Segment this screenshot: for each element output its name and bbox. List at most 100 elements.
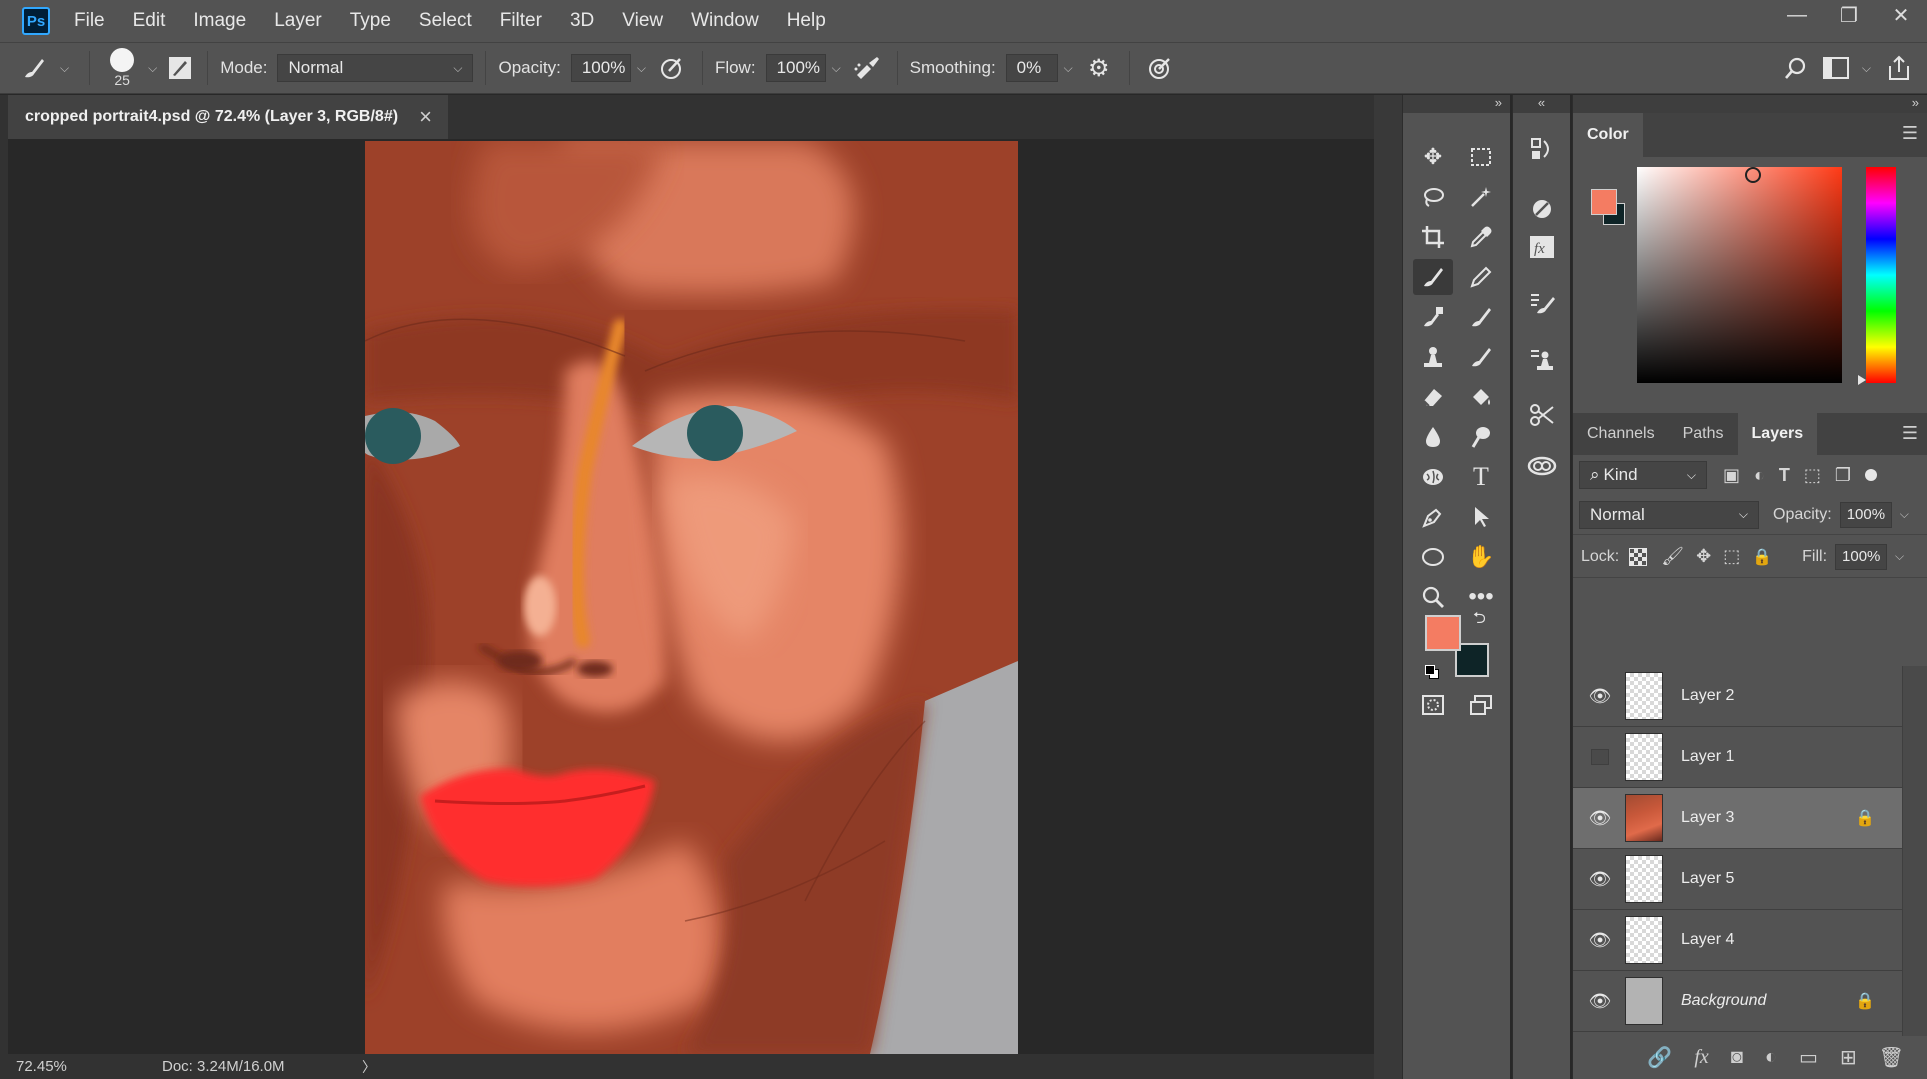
- menu-view[interactable]: View: [622, 10, 663, 32]
- new-layer-icon[interactable]: ⊞: [1840, 1045, 1857, 1070]
- layer-row-layer-1[interactable]: Layer 1: [1573, 727, 1903, 788]
- creative-cloud-icon[interactable]: [1522, 447, 1562, 483]
- zoom-tool-icon[interactable]: [1413, 579, 1453, 615]
- menu-3d[interactable]: 3D: [570, 10, 594, 32]
- color-field[interactable]: [1637, 167, 1842, 383]
- tab-paths[interactable]: Paths: [1669, 413, 1738, 455]
- pencil-tool-icon[interactable]: [1461, 259, 1501, 295]
- panel-menu-icon[interactable]: ☰: [1902, 123, 1918, 144]
- hue-slider-handle[interactable]: [1858, 375, 1866, 385]
- pressure-size-icon[interactable]: [1142, 50, 1178, 86]
- close-button[interactable]: ✕: [1875, 0, 1927, 30]
- layer-style-fx-icon[interactable]: fx: [1694, 1046, 1708, 1069]
- tab-channels[interactable]: Channels: [1573, 413, 1669, 455]
- move-tool-icon[interactable]: ✥: [1413, 139, 1453, 175]
- zoom-level[interactable]: 72.45%: [16, 1058, 146, 1075]
- filter-toggle-icon[interactable]: [1865, 469, 1878, 481]
- visibility-eye-icon[interactable]: 👁: [1585, 991, 1615, 1012]
- chevron-down-icon[interactable]: ⌵: [148, 61, 157, 76]
- lock-artboard-icon[interactable]: ⬚: [1723, 546, 1740, 567]
- magic-wand-icon[interactable]: [1461, 179, 1501, 215]
- new-group-folder-icon[interactable]: ▭: [1799, 1045, 1818, 1070]
- photoshop-logo[interactable]: Ps: [22, 7, 50, 35]
- document-tab[interactable]: cropped portrait4.psd @ 72.4% (Layer 3, …: [8, 95, 448, 139]
- airbrush-icon[interactable]: [849, 50, 885, 86]
- lasso-tool-icon[interactable]: [1413, 179, 1453, 215]
- filter-kind-dropdown[interactable]: ⌕ Kind ⌵: [1579, 461, 1707, 489]
- menu-file[interactable]: File: [74, 10, 105, 32]
- portrait-painting[interactable]: [365, 141, 1018, 1054]
- search-icon[interactable]: [1776, 50, 1816, 86]
- menu-image[interactable]: Image: [193, 10, 246, 32]
- eraser-tool-icon[interactable]: [1413, 379, 1453, 415]
- lock-transparent-icon[interactable]: [1629, 547, 1648, 566]
- tab-color[interactable]: Color: [1573, 113, 1643, 157]
- flow-field[interactable]: 100%: [765, 54, 826, 82]
- clone-stamp-icon[interactable]: [1413, 339, 1453, 375]
- smoothing-field[interactable]: 0%: [1005, 54, 1058, 82]
- tab-layers[interactable]: Layers: [1737, 413, 1818, 455]
- opacity-field[interactable]: 100%: [570, 54, 631, 82]
- canvas-area[interactable]: [8, 139, 1374, 1054]
- fill-field[interactable]: 100%: [1835, 543, 1888, 570]
- eyedropper-icon[interactable]: [1461, 219, 1501, 255]
- layer-row-layer-3[interactable]: 👁 Layer 3 🔒: [1573, 788, 1903, 849]
- history-brush-icon[interactable]: [1461, 339, 1501, 375]
- lock-pixels-icon[interactable]: 🖌: [1661, 546, 1684, 567]
- trash-icon[interactable]: 🗑: [1879, 1045, 1904, 1070]
- minimize-button[interactable]: —: [1771, 0, 1823, 30]
- styles-panel-icon[interactable]: fx: [1522, 229, 1562, 265]
- clone-source-panel-icon[interactable]: [1522, 341, 1562, 377]
- fg-color-chip[interactable]: [1591, 189, 1617, 215]
- adjustments-panel-icon[interactable]: [1522, 191, 1562, 227]
- brush-settings-toggle-icon[interactable]: [165, 53, 195, 83]
- brush-size-picker[interactable]: 25: [102, 46, 142, 90]
- screen-mode-icon[interactable]: [1461, 687, 1501, 723]
- layer-opacity-field[interactable]: 100%: [1839, 501, 1892, 528]
- layer-row-layer-4[interactable]: 👁 Layer 4: [1573, 910, 1903, 971]
- dodge-tool-icon[interactable]: [1461, 419, 1501, 455]
- lock-icon[interactable]: 🔒: [1855, 991, 1875, 1011]
- panel-menu-icon[interactable]: ☰: [1902, 423, 1918, 444]
- brain-plugin-icon[interactable]: [1413, 459, 1453, 495]
- swap-colors-icon[interactable]: ⮌: [1473, 607, 1486, 634]
- menu-edit[interactable]: Edit: [133, 10, 166, 32]
- type-tool-icon[interactable]: T: [1461, 459, 1501, 495]
- chevron-down-icon[interactable]: ⌵: [1862, 61, 1871, 76]
- type-filter-icon[interactable]: T: [1779, 465, 1790, 486]
- blend-mode-dropdown[interactable]: Normal ⌵: [1579, 500, 1759, 529]
- expand-panels-button[interactable]: «: [1513, 95, 1570, 113]
- quick-mask-icon[interactable]: [1413, 687, 1453, 723]
- marquee-tool-icon[interactable]: [1461, 139, 1501, 175]
- visibility-eye-icon[interactable]: 👁: [1585, 686, 1615, 707]
- lock-position-icon[interactable]: ✥: [1696, 546, 1711, 567]
- collapse-tools-button[interactable]: »: [1403, 95, 1510, 113]
- layer-row-layer-2[interactable]: 👁 Layer 2: [1573, 666, 1903, 727]
- healing-brush-icon[interactable]: [1413, 299, 1453, 335]
- tool-presets-icon[interactable]: [1522, 397, 1562, 433]
- chevron-down-icon[interactable]: ⌵: [60, 61, 69, 76]
- color-picker-cursor[interactable]: [1745, 167, 1761, 183]
- menu-type[interactable]: Type: [350, 10, 391, 32]
- adjustment-filter-icon[interactable]: ◐: [1754, 465, 1765, 486]
- menu-window[interactable]: Window: [691, 10, 759, 32]
- paint-bucket-icon[interactable]: [1461, 379, 1501, 415]
- pen-tool-icon[interactable]: [1413, 499, 1453, 535]
- smart-object-filter-icon[interactable]: ❐: [1835, 465, 1851, 486]
- mode-dropdown[interactable]: Normal ⌵: [277, 54, 474, 82]
- shape-filter-icon[interactable]: ⬚: [1804, 465, 1821, 486]
- history-panel-icon[interactable]: [1522, 131, 1562, 167]
- brush-tool-icon[interactable]: [1413, 259, 1453, 295]
- share-icon[interactable]: [1879, 50, 1919, 86]
- adjustment-layer-icon[interactable]: ◐: [1765, 1046, 1777, 1069]
- add-mask-icon[interactable]: ◙: [1731, 1046, 1743, 1069]
- pixel-filter-icon[interactable]: ▣: [1723, 465, 1740, 486]
- chevron-down-icon[interactable]: ⌵: [1064, 61, 1073, 76]
- restore-button[interactable]: ❐: [1823, 0, 1875, 30]
- default-colors-icon[interactable]: [1425, 665, 1439, 679]
- collapse-right-panels-button[interactable]: »: [1573, 95, 1927, 113]
- chevron-down-icon[interactable]: ⌵: [637, 61, 646, 76]
- lock-all-icon[interactable]: 🔒: [1752, 547, 1772, 567]
- visibility-toggle-off[interactable]: [1591, 749, 1609, 765]
- chevron-down-icon[interactable]: ⌵: [1895, 549, 1904, 564]
